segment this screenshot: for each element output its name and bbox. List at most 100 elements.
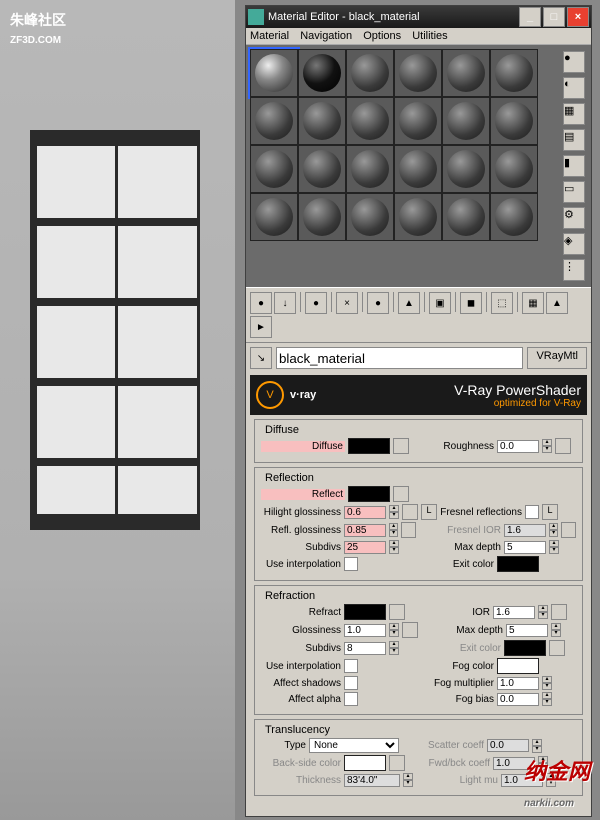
exit-swatch[interactable] (497, 556, 539, 572)
material-slot[interactable] (394, 49, 442, 97)
material-slot[interactable] (298, 145, 346, 193)
backcolor-map-button[interactable] (389, 755, 405, 771)
diffuse-map-button[interactable] (393, 438, 409, 454)
material-slot[interactable] (490, 193, 538, 241)
options-icon[interactable]: ⚙ (563, 207, 585, 229)
assign-icon[interactable]: ● (305, 292, 327, 314)
fresnel-checkbox[interactable] (525, 505, 539, 519)
fogbias-input[interactable] (497, 693, 539, 706)
go-forward-icon[interactable]: ► (250, 316, 272, 338)
reflgloss-input[interactable] (344, 524, 386, 537)
get-material-icon[interactable]: ● (250, 292, 272, 314)
spinner[interactable]: ▴▾ (389, 523, 398, 537)
exit-swatch[interactable] (504, 640, 546, 656)
affectshadows-checkbox[interactable] (344, 676, 358, 690)
diffuse-swatch[interactable] (348, 438, 390, 454)
lock-button[interactable]: L (421, 504, 437, 520)
refract-swatch[interactable] (344, 604, 386, 620)
lock-button[interactable]: L (542, 504, 558, 520)
spinner[interactable]: ▴▾ (389, 623, 399, 637)
titlebar[interactable]: Material Editor - black_material _ □ × (246, 6, 591, 28)
exit-map-button[interactable] (549, 640, 565, 656)
backlight-icon[interactable]: ◐ (563, 77, 585, 99)
maxdepth-input[interactable] (506, 624, 548, 637)
spinner[interactable]: ▴▾ (389, 641, 399, 655)
subdivs-input[interactable] (344, 541, 386, 554)
menu-options[interactable]: Options (363, 30, 401, 42)
material-slot[interactable] (346, 97, 394, 145)
gloss-map-button[interactable] (402, 622, 418, 638)
reflect-map-button[interactable] (393, 486, 409, 502)
make-unique-icon[interactable]: ▲ (398, 292, 420, 314)
spinner[interactable]: ▴▾ (538, 605, 548, 619)
thickness-input[interactable] (344, 774, 400, 787)
material-slot[interactable] (394, 145, 442, 193)
hilight-input[interactable] (344, 506, 386, 519)
show-end-result-icon[interactable]: ▦ (522, 292, 544, 314)
scatter-input[interactable] (487, 739, 529, 752)
background-icon[interactable]: ▦ (563, 103, 585, 125)
backcolor-swatch[interactable] (344, 755, 386, 771)
hilight-map-button[interactable] (402, 504, 418, 520)
fresnel-ior-map-button[interactable] (561, 522, 576, 538)
put-library-icon[interactable]: ▣ (429, 292, 451, 314)
fogmult-input[interactable] (497, 677, 539, 690)
spinner[interactable]: ▴▾ (549, 523, 558, 537)
roughness-input[interactable] (497, 440, 539, 453)
material-slot[interactable] (250, 193, 298, 241)
gloss-input[interactable] (344, 624, 386, 637)
material-slot[interactable] (442, 145, 490, 193)
reflgloss-map-button[interactable] (401, 522, 416, 538)
make-copy-icon[interactable]: ● (367, 292, 389, 314)
material-slot[interactable] (394, 97, 442, 145)
fogcolor-swatch[interactable] (497, 658, 539, 674)
spinner[interactable]: ▴▾ (542, 439, 552, 453)
material-map-icon[interactable]: ⋮ (563, 259, 585, 281)
material-slot[interactable] (346, 193, 394, 241)
material-slot[interactable] (442, 193, 490, 241)
material-slot[interactable] (250, 145, 298, 193)
material-type-button[interactable]: VRayMtl (527, 347, 587, 369)
video-check-icon[interactable]: ▮ (563, 155, 585, 177)
material-name-input[interactable] (276, 347, 523, 369)
preview-icon[interactable]: ▭ (563, 181, 585, 203)
spinner[interactable]: ▴▾ (542, 692, 552, 706)
reflect-swatch[interactable] (348, 486, 390, 502)
menu-utilities[interactable]: Utilities (412, 30, 447, 42)
maximize-button[interactable]: □ (543, 7, 565, 27)
material-slot[interactable] (346, 49, 394, 97)
refract-map-button[interactable] (389, 604, 405, 620)
spinner[interactable]: ▴▾ (389, 505, 399, 519)
material-slot[interactable] (298, 193, 346, 241)
material-effects-icon[interactable]: ◼ (460, 292, 482, 314)
put-to-scene-icon[interactable]: ↓ (274, 292, 296, 314)
spinner[interactable]: ▴▾ (389, 540, 399, 554)
close-button[interactable]: × (567, 7, 589, 27)
material-slot[interactable] (298, 97, 346, 145)
spinner[interactable]: ▴▾ (532, 739, 542, 753)
uv-tiling-icon[interactable]: ▤ (563, 129, 585, 151)
type-select[interactable]: None (309, 738, 399, 753)
sample-type-icon[interactable]: ● (563, 51, 585, 73)
ior-input[interactable] (493, 606, 535, 619)
spinner[interactable]: ▴▾ (551, 623, 561, 637)
minimize-button[interactable]: _ (519, 7, 541, 27)
menu-material[interactable]: Material (250, 30, 289, 42)
material-slot[interactable] (490, 49, 538, 97)
material-slot[interactable] (442, 97, 490, 145)
show-map-icon[interactable]: ⬚ (491, 292, 513, 314)
pick-icon[interactable]: ↘ (250, 347, 272, 369)
spinner[interactable]: ▴▾ (403, 773, 413, 787)
material-slot[interactable] (394, 193, 442, 241)
reset-icon[interactable]: × (336, 292, 358, 314)
material-slot[interactable] (250, 97, 298, 145)
subdivs-input[interactable] (344, 642, 386, 655)
spinner[interactable]: ▴▾ (549, 540, 559, 554)
menu-navigation[interactable]: Navigation (300, 30, 352, 42)
material-slot[interactable] (490, 97, 538, 145)
useinterp-checkbox[interactable] (344, 659, 358, 673)
select-by-material-icon[interactable]: ◈ (563, 233, 585, 255)
useinterp-checkbox[interactable] (344, 557, 358, 571)
material-slot[interactable] (442, 49, 490, 97)
material-slot[interactable] (490, 145, 538, 193)
